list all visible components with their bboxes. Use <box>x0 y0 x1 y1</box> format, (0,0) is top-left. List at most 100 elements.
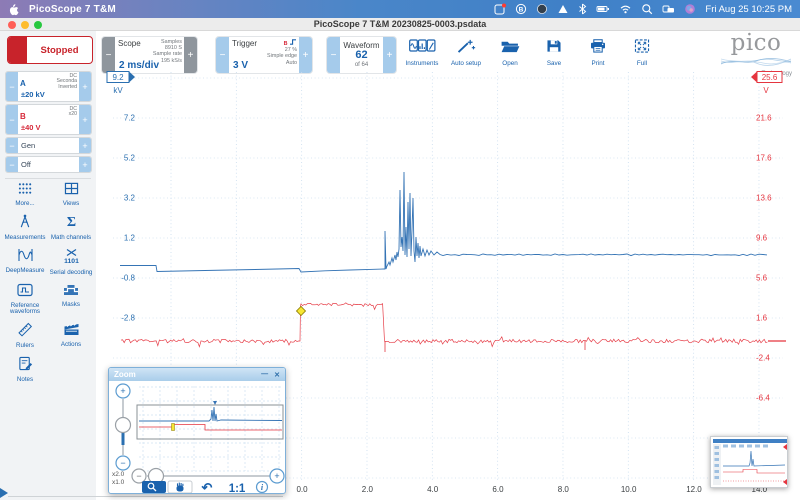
svg-text:4.0: 4.0 <box>427 485 439 494</box>
svg-text:10.0: 10.0 <box>621 485 637 494</box>
rising-edge-icon <box>290 39 296 45</box>
bluetooth-icon[interactable] <box>578 3 587 15</box>
channel-a-increase-button[interactable]: + <box>79 72 91 101</box>
zoom-ratio-button[interactable]: 1:1 <box>229 483 246 495</box>
channel-range-label: ±40 V <box>21 123 41 132</box>
svg-text:21.6: 21.6 <box>756 114 772 123</box>
channel-a-panel[interactable]: − A DC Seconda Inverted ±20 kV + <box>5 71 92 102</box>
svg-text:5.2: 5.2 <box>124 154 136 163</box>
app-badge-icon[interactable] <box>494 3 507 15</box>
preview-thumbnail[interactable] <box>710 436 788 488</box>
channel-b-increase-button[interactable]: + <box>79 105 91 134</box>
sidebar-tool-label: Math channels <box>50 234 92 241</box>
zoom-panel: Zoom — ✕ + − − + x2.0 x1.0 ↶ 1:1 i <box>108 367 286 495</box>
svg-text:17.6: 17.6 <box>756 154 772 163</box>
sidebar-tool-label: Masks <box>62 300 80 308</box>
sidebar-tool-label: DeepMeasure <box>5 266 45 274</box>
sidebar-tool-label: More... <box>15 200 35 207</box>
channel-a-axis-marker[interactable]: 9.2 kV <box>106 71 135 96</box>
scope-info: Samples 8910 S Sample rate 195 kS/s <box>152 39 182 64</box>
svg-text:3.2: 3.2 <box>124 194 136 203</box>
zoom-minimize-button[interactable]: — <box>261 371 268 379</box>
serial-decoding-icon: 1101 <box>63 248 80 269</box>
wifi-icon[interactable] <box>619 3 632 15</box>
waveform-number: 62 <box>355 49 368 62</box>
vertical-slider-knob[interactable] <box>114 416 132 434</box>
menubar-clock[interactable]: Fri Aug 25 10:25 PM <box>705 4 792 15</box>
sidebar-tool-label: Measurements <box>4 234 46 241</box>
gen-panel[interactable]: − Gen + <box>5 137 92 154</box>
sidebar-tool-serial-decoding[interactable]: 1101 Serial decoding <box>48 248 94 277</box>
auto-setup-icon <box>456 39 476 58</box>
stage-manager-icon[interactable] <box>662 3 675 15</box>
sidebar-tool-views[interactable]: Views <box>48 182 94 208</box>
apple-menu-icon[interactable] <box>8 3 19 16</box>
sidebar-tool-math-channels[interactable]: Σ Math channels <box>48 214 94 242</box>
off-increase-button[interactable]: + <box>79 157 91 172</box>
off-decrease-button[interactable]: − <box>6 157 18 172</box>
channel-a-decrease-button[interactable]: − <box>6 72 18 101</box>
svg-text:Σ: Σ <box>66 214 75 229</box>
zoom-y-scale-label: x1.0 <box>112 479 125 486</box>
right-axis-labels: 21.6 17.6 13.6 9.6 5.6 1.6 -2.4 -6.4 <box>756 114 772 403</box>
svg-text:+: + <box>274 471 279 481</box>
undo-zoom-button[interactable]: ↶ <box>201 480 213 495</box>
svg-text:−: − <box>136 471 141 481</box>
zoom-vertical-slider[interactable]: +− <box>114 383 132 471</box>
search-icon[interactable] <box>641 3 653 15</box>
channel-b-panel[interactable]: − B DC x20 ±40 V + <box>5 104 92 135</box>
zoom-overview[interactable] <box>136 401 284 440</box>
menubar-app-name[interactable]: PicoScope 7 T&M <box>29 4 116 15</box>
channel-b-settings[interactable]: B DC x20 ±40 V <box>18 105 79 134</box>
channel-a-settings[interactable]: A DC Seconda Inverted ±20 kV <box>18 72 79 101</box>
left-axis-labels: 7.2 5.2 3.2 1.2 -0.8 -2.8 <box>121 114 135 323</box>
circle-b-icon[interactable]: B <box>515 3 527 15</box>
print-icon <box>589 39 607 58</box>
svg-text:1101: 1101 <box>64 258 79 264</box>
svg-text:1.2: 1.2 <box>124 234 136 243</box>
sidebar-tool-label: Views <box>62 200 80 207</box>
svg-text:12.0: 12.0 <box>686 485 702 494</box>
trace-channel-a <box>120 171 768 273</box>
channel-info: DC Seconda Inverted <box>56 72 77 90</box>
svg-text:V: V <box>763 86 769 95</box>
channel-b-decrease-button[interactable]: − <box>6 105 18 134</box>
scroll-corner-arrow-icon[interactable] <box>0 488 8 498</box>
zoom-close-button[interactable]: ✕ <box>274 371 280 379</box>
siri-icon[interactable] <box>684 3 696 15</box>
sidebar-tool-notes[interactable]: Notes <box>2 356 48 384</box>
triangle-icon[interactable] <box>557 3 569 15</box>
battery-icon[interactable] <box>596 3 610 15</box>
channel-info: DC x20 <box>68 105 77 118</box>
sidebar-tool-actions[interactable]: Actions <box>48 322 94 350</box>
bottom-scroll-track[interactable] <box>8 496 283 497</box>
zoom-tool-button[interactable] <box>142 481 166 493</box>
sidebar-tool-deepmeasure[interactable]: DeepMeasure <box>2 248 48 277</box>
zoom-info-button[interactable]: i <box>255 480 269 494</box>
sidebar-tool-more[interactable]: More... <box>2 182 48 208</box>
gen-decrease-button[interactable]: − <box>6 138 18 153</box>
sidebar-tool-reference-waveforms[interactable]: Reference waveforms <box>2 283 48 317</box>
sidebar-tool-label: Notes <box>16 375 34 383</box>
thumbnail-preview-image <box>713 439 787 485</box>
off-panel[interactable]: − Off + <box>5 156 92 173</box>
do-not-disturb-icon[interactable] <box>536 3 548 15</box>
sidebar-tool-masks[interactable]: Masks <box>48 283 94 317</box>
gen-label: Gen <box>21 141 36 150</box>
zoom-panel-titlebar[interactable]: Zoom — ✕ <box>109 368 285 381</box>
zoom-panel-title: Zoom <box>114 370 136 379</box>
trigger-marker[interactable] <box>295 305 307 317</box>
sidebar-tool-rulers[interactable]: Rulers <box>2 322 48 350</box>
sidebar-tool-label: Rulers <box>16 342 34 350</box>
sidebar-tool-measurements[interactable]: Measurements <box>2 214 48 242</box>
start-stop-button[interactable]: Stopped <box>7 36 93 64</box>
gen-increase-button[interactable]: + <box>79 138 91 153</box>
sidebar-tool-label: Reference waveforms <box>10 301 40 316</box>
channel-b-axis-marker[interactable]: 25.6 V <box>751 71 783 96</box>
hand-icon <box>176 485 184 492</box>
sidebar-divider <box>5 178 91 179</box>
zoom-panel-body: +−− +x2.0x1.0 ↶ 1:1 i <box>112 383 285 495</box>
svg-text:−: − <box>120 458 125 468</box>
sidebar-tool-label: Actions <box>60 341 82 349</box>
pan-tool-button[interactable] <box>167 480 193 494</box>
